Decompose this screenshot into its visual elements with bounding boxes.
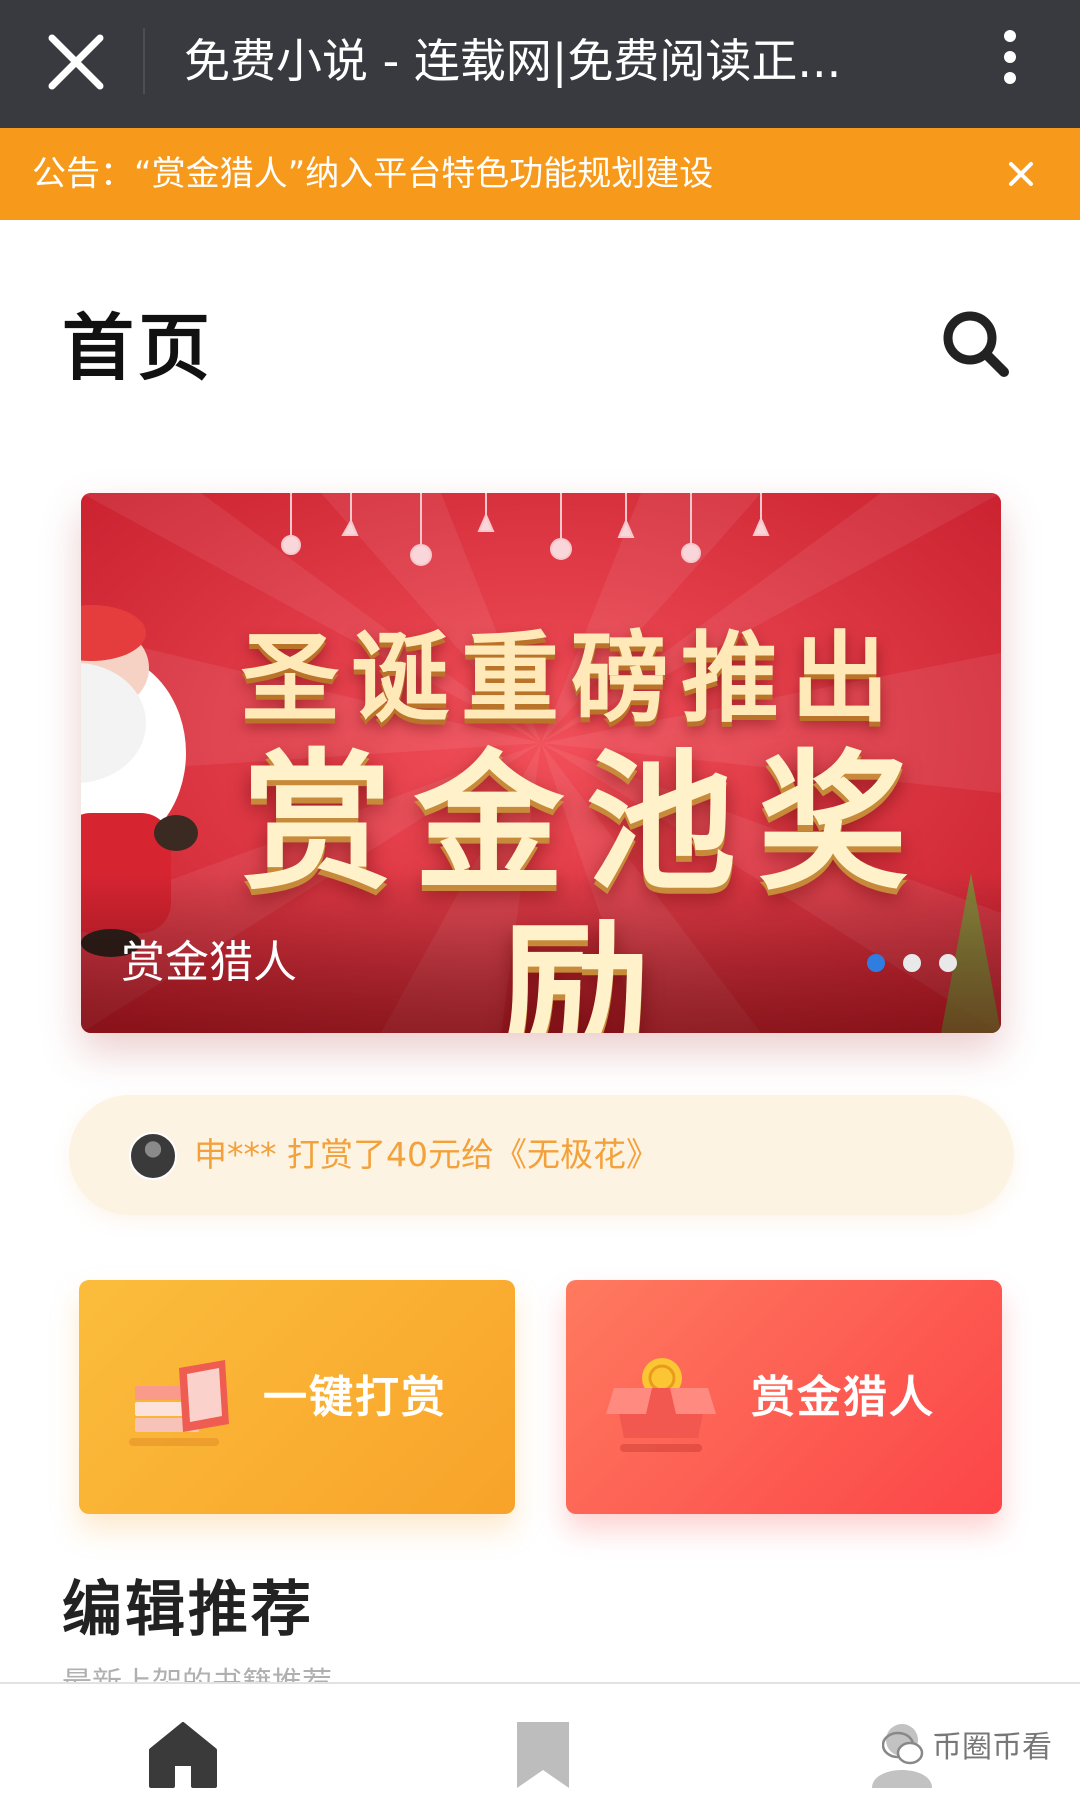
avatar: [129, 1132, 177, 1180]
carousel-dot-3[interactable]: [939, 954, 957, 972]
announcement-text: 公告：“赏金猎人”纳入平台特色功能规划建设: [32, 154, 714, 194]
title-divider: [143, 28, 145, 94]
promo-banner[interactable]: 圣诞重磅推出 赏金池奖励 赏金猎人: [81, 493, 1001, 1033]
reward-ticker-text: 申*** 打赏了40元给《无极花》: [194, 1135, 659, 1174]
close-icon[interactable]: [40, 26, 112, 98]
book-stack-icon: [129, 1360, 229, 1446]
treasure-box-icon: [606, 1358, 716, 1452]
watermark: 币圈币看: [881, 1726, 1052, 1770]
bounty-hunter-label: 赏金猎人: [751, 1372, 935, 1423]
wechat-icon: [881, 1731, 924, 1764]
reward-ticker[interactable]: 申*** 打赏了40元给《无极花》: [69, 1095, 1014, 1215]
page-title-bar-text: 免费小说 - 连载网|免费阅读正...: [184, 34, 842, 88]
page-title: 首页: [62, 306, 215, 390]
carousel-dot-1[interactable]: [867, 954, 885, 972]
section-title: 编辑推荐: [62, 1575, 314, 1645]
announcement-bar: 公告：“赏金猎人”纳入平台特色功能规划建设: [0, 128, 1080, 220]
one-click-reward-button[interactable]: 一键打赏: [79, 1280, 515, 1514]
home-icon[interactable]: [143, 1714, 223, 1794]
bounty-hunter-button[interactable]: 赏金猎人: [566, 1280, 1002, 1514]
close-icon[interactable]: [1003, 156, 1039, 192]
one-click-reward-label: 一键打赏: [263, 1372, 447, 1423]
more-vertical-icon[interactable]: [990, 24, 1030, 104]
search-icon[interactable]: [938, 306, 1014, 382]
watermark-text: 币圈币看: [932, 1730, 1052, 1765]
bookmark-icon[interactable]: [503, 1714, 583, 1794]
carousel-dot-2[interactable]: [903, 954, 921, 972]
banner-caption: 赏金猎人: [121, 937, 297, 988]
bottom-nav: 币圈币看: [0, 1682, 1080, 1813]
title-bar: 免费小说 - 连载网|免费阅读正...: [0, 0, 1080, 128]
banner-headline: 圣诞重磅推出: [240, 622, 901, 736]
carousel-indicator[interactable]: [867, 954, 975, 974]
